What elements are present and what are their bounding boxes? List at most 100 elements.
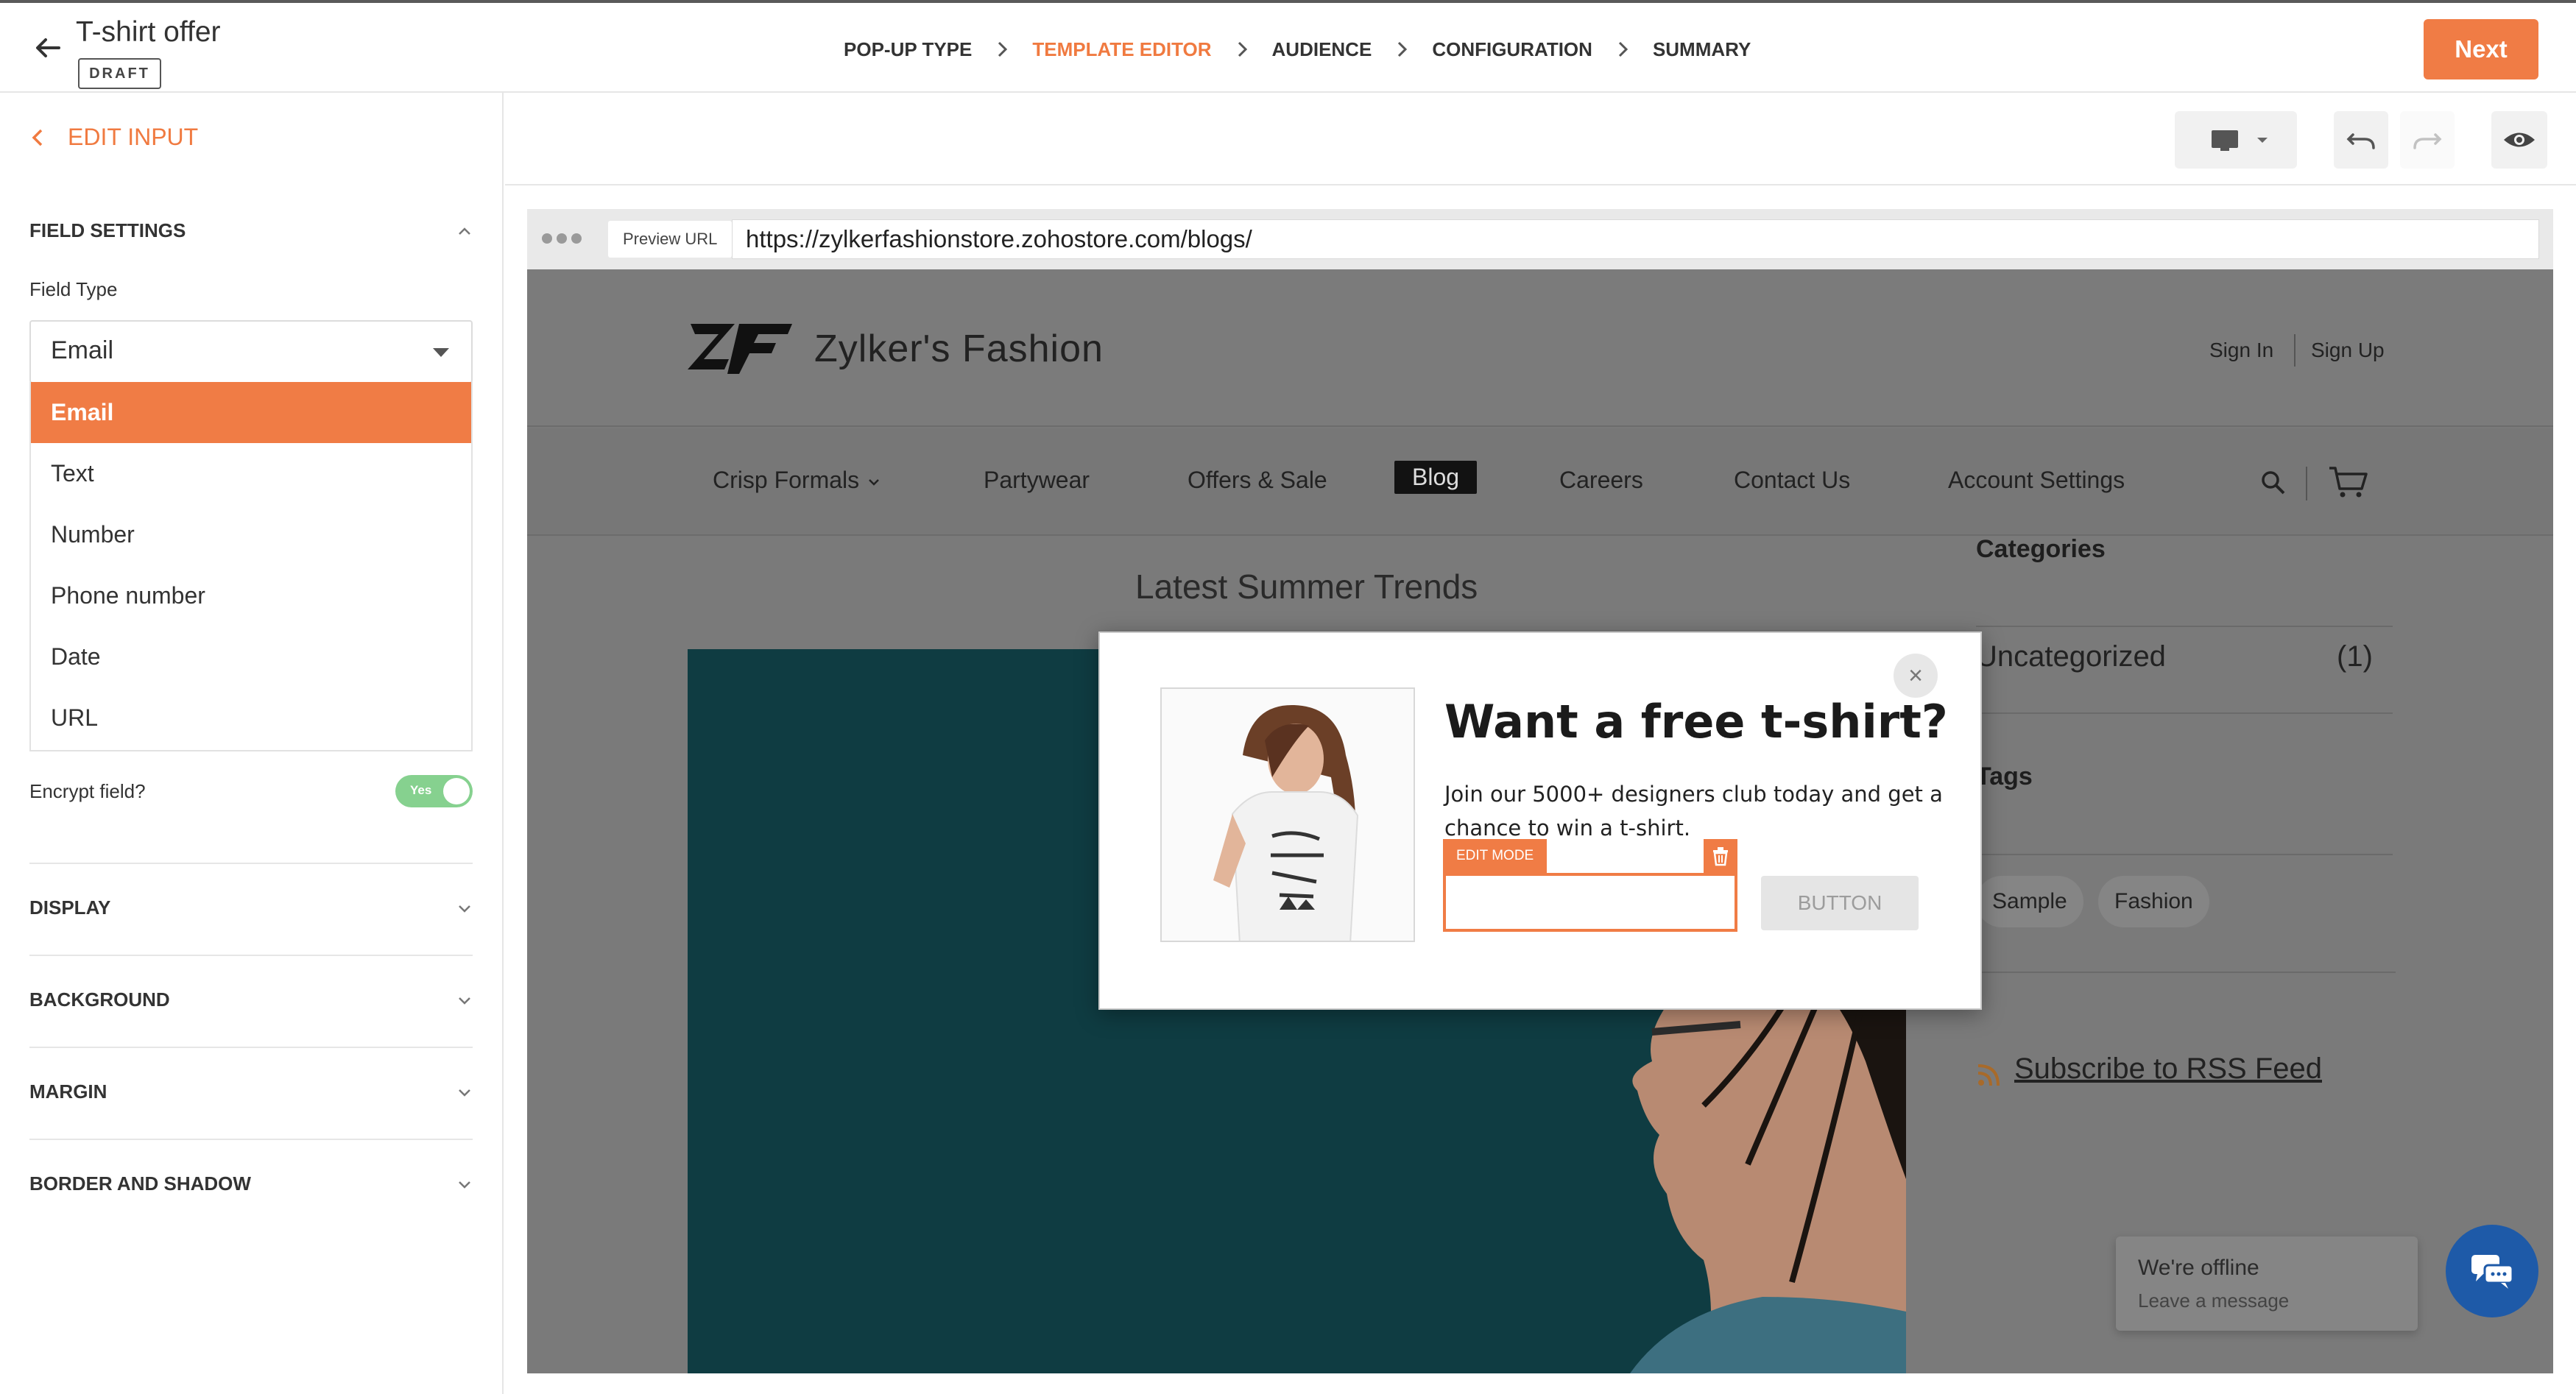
top-bar: T-shirt offer DRAFT POP-UP TYPE TEMPLATE… [0,0,2576,97]
rss-subscribe-link[interactable]: Subscribe to RSS Feed [2014,1052,2322,1086]
cart-icon[interactable] [2328,464,2369,500]
edit-input-back[interactable]: EDIT INPUT [29,124,198,151]
chevron-down-icon [459,1181,470,1189]
option-email[interactable]: Email [31,382,471,443]
step-configuration[interactable]: CONFIGURATION [1420,3,1604,96]
option-url[interactable]: URL [31,687,471,749]
categories-title: Categories [1976,535,2106,563]
undo-button[interactable] [2334,111,2388,169]
editor-toolbar [505,93,2576,185]
section-border-shadow-title: BORDER AND SHADOW [29,1172,251,1195]
preview-url-tag: Preview URL [608,221,733,258]
option-text[interactable]: Text [31,443,471,504]
next-button[interactable]: Next [2424,19,2538,79]
popup-title: Want a free t-shirt? [1444,695,1948,749]
divider [1976,626,2393,627]
tag-fashion[interactable]: Fashion [2098,876,2209,927]
page-title: T-shirt offer [76,16,221,48]
chevron-left-icon [32,129,43,146]
chevron-down-icon [459,997,470,1005]
zylker-logo-icon [688,324,792,374]
chat-button[interactable] [2446,1225,2538,1317]
eye-icon [2504,132,2535,147]
encrypt-toggle[interactable]: Yes [395,775,473,807]
field-type-select[interactable]: Email [29,320,473,383]
nav-offers-sale[interactable]: Offers & Sale [1188,467,1327,494]
preview-url-input[interactable]: https://zylkerfashionstore.zohostore.com… [732,219,2539,259]
divider [2294,334,2296,367]
step-popup-type[interactable]: POP-UP TYPE [832,3,984,96]
encrypt-field-label: Encrypt field? [29,780,146,802]
tags-title: Tags [1976,763,2033,790]
section-display[interactable]: DISPLAY [0,864,504,952]
section-background[interactable]: BACKGROUND [0,956,504,1044]
site-nav: Crisp Formals Partywear Offers & Sale Bl… [527,428,2553,536]
nav-contact-us[interactable]: Contact Us [1734,467,1850,494]
toggle-state-label: Yes [410,783,432,797]
section-margin[interactable]: MARGIN [0,1048,504,1136]
nav-crisp-formals[interactable]: Crisp Formals [713,467,882,494]
tag-sample[interactable]: Sample [1976,876,2083,927]
option-number[interactable]: Number [31,504,471,565]
step-template-editor[interactable]: TEMPLATE EDITOR [1020,3,1224,97]
sign-up-link[interactable]: Sign Up [2311,339,2385,362]
step-summary[interactable]: SUMMARY [1641,3,1762,96]
nav-partywear[interactable]: Partywear [984,467,1090,494]
popup-description: Join our 5000+ designers club today and … [1444,782,1943,841]
chevron-up-icon[interactable] [454,221,475,241]
post-title: Latest Summer Trends [1135,567,1478,606]
divider [1954,972,2396,973]
back-arrow-icon[interactable] [29,29,66,66]
popup-tshirt-photo [1160,687,1415,942]
redo-icon [2413,133,2442,149]
chat-offline-card[interactable]: We're offline Leave a message [2116,1236,2418,1331]
popup-email-field[interactable] [1443,873,1737,932]
chevron-down-icon [869,478,879,486]
signup-popup[interactable]: × Want a free t-shirt? Join our 5000+ de… [1098,631,1982,1010]
monitor-icon [2212,130,2268,151]
woman-tshirt-image [1162,689,1414,941]
field-type-dropdown: Email Text Number Phone number Date URL [29,382,473,751]
device-select-button[interactable] [2175,111,2297,169]
edit-mode-badge: EDIT MODE [1443,839,1548,873]
preview-url-bar: Preview URL https://zylkerfashionstore.z… [527,209,2553,269]
site-brand: Zylker's Fashion [814,328,1104,370]
chevron-down-icon [459,905,470,913]
sign-in-link[interactable]: Sign In [2209,339,2273,362]
nav-careers[interactable]: Careers [1559,467,1643,494]
divider [2306,467,2307,500]
window-dots-icon [542,233,582,244]
settings-panel: EDIT INPUT FIELD SETTINGS Field Type Ema… [0,93,504,1394]
nav-crisp-formals-label: Crisp Formals [713,467,860,493]
option-date[interactable]: Date [31,626,471,687]
section-margin-title: MARGIN [29,1080,107,1103]
nav-blog[interactable]: Blog [1394,461,1478,494]
category-uncategorized[interactable]: Uncategorized [1976,640,2166,673]
delete-field-button[interactable] [1704,839,1737,873]
section-border-shadow[interactable]: BORDER AND SHADOW [0,1140,504,1228]
chevron-right-icon [1383,3,1420,96]
chat-bubble-icon [2471,1255,2514,1289]
popup-submit-button[interactable]: BUTTON [1761,876,1919,930]
category-name: Uncategorized [1976,640,2166,673]
close-icon[interactable]: × [1894,654,1938,698]
chevron-down-icon [459,1089,470,1097]
divider [1976,854,2393,855]
chevron-right-icon [1604,3,1641,96]
field-type-value: Email [51,336,114,364]
nav-account-settings[interactable]: Account Settings [1948,467,2125,494]
option-phone-number[interactable]: Phone number [31,565,471,626]
preview-button[interactable] [2491,111,2547,169]
site-header: Zylker's Fashion Sign In Sign Up [527,269,2553,427]
search-icon[interactable] [2259,468,2288,498]
divider [1976,712,2393,714]
redo-button[interactable] [2400,111,2455,169]
undo-icon [2346,133,2375,149]
caret-down-icon [433,348,449,357]
section-background-title: BACKGROUND [29,988,170,1011]
section-display-title: DISPLAY [29,896,111,919]
edit-input-label: EDIT INPUT [68,124,199,150]
toggle-knob [443,778,470,804]
rss-icon [1977,1064,2000,1086]
step-audience[interactable]: AUDIENCE [1260,3,1384,96]
